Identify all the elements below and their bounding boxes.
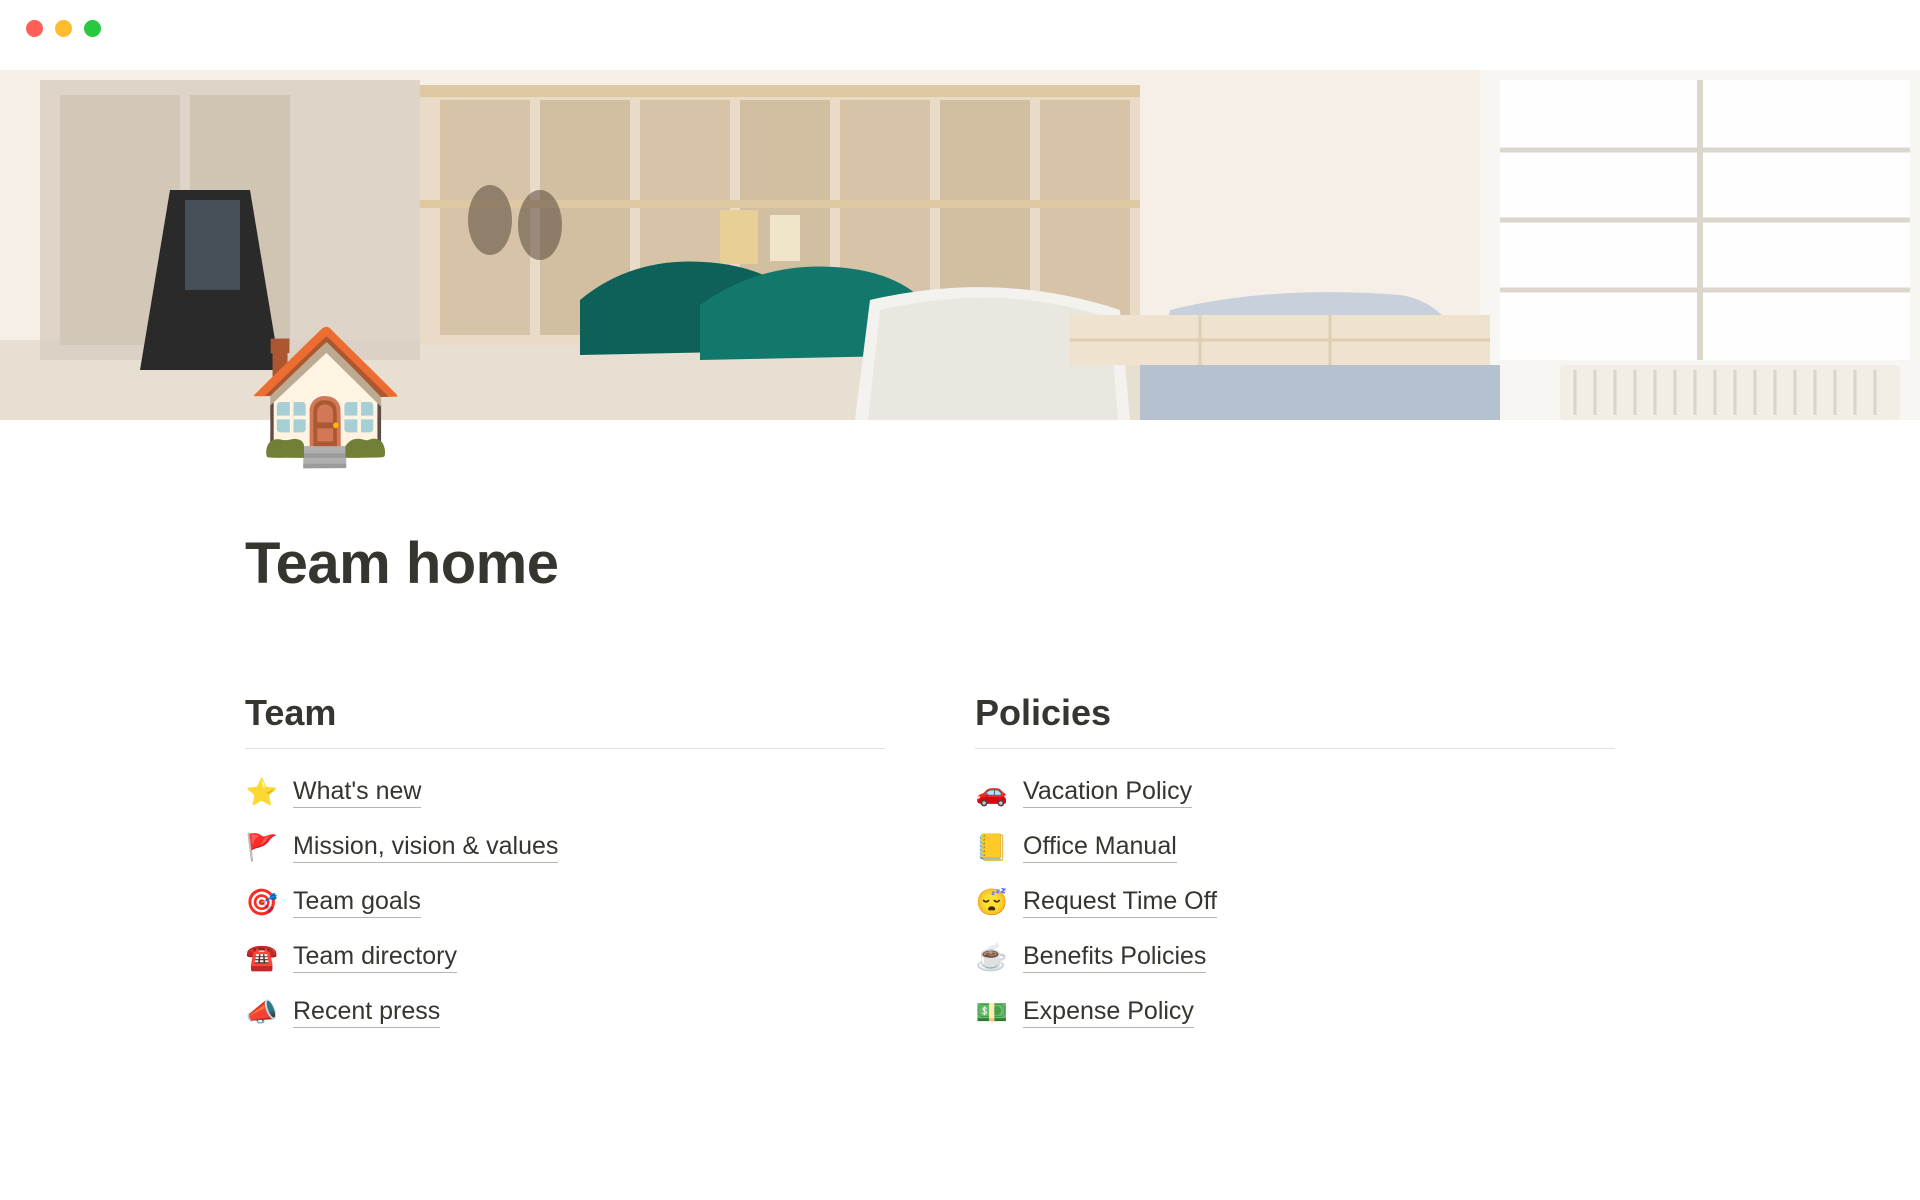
page-title[interactable]: Team home xyxy=(245,530,1675,597)
link-label: Expense Policy xyxy=(1023,997,1194,1028)
megaphone-icon: 📣 xyxy=(245,997,279,1028)
link-label: Team goals xyxy=(293,887,421,918)
link-team-goals[interactable]: 🎯 Team goals xyxy=(245,887,885,918)
maximize-window-icon[interactable] xyxy=(84,20,101,37)
link-label: Mission, vision & values xyxy=(293,832,558,863)
sleepy-icon: 😴 xyxy=(975,887,1009,918)
coffee-icon: ☕ xyxy=(975,942,1009,973)
link-office-manual[interactable]: 📒 Office Manual xyxy=(975,832,1615,863)
minimize-window-icon[interactable] xyxy=(55,20,72,37)
section-heading-team[interactable]: Team xyxy=(245,692,885,749)
column-team: Team ⭐ What's new 🚩 Mission, vision & va… xyxy=(245,692,885,1028)
column-policies: Policies 🚗 Vacation Policy 📒 Office Manu… xyxy=(975,692,1615,1028)
target-icon: 🎯 xyxy=(245,887,279,918)
link-label: Request Time Off xyxy=(1023,887,1217,918)
star-icon: ⭐ xyxy=(245,777,279,808)
link-label: Benefits Policies xyxy=(1023,942,1206,973)
link-expense-policy[interactable]: 💵 Expense Policy xyxy=(975,997,1615,1028)
link-vacation-policy[interactable]: 🚗 Vacation Policy xyxy=(975,777,1615,808)
notebook-icon: 📒 xyxy=(975,832,1009,863)
link-recent-press[interactable]: 📣 Recent press xyxy=(245,997,885,1028)
link-label: What's new xyxy=(293,777,421,808)
link-benefits-policies[interactable]: ☕ Benefits Policies xyxy=(975,942,1615,973)
link-mission-vision-values[interactable]: 🚩 Mission, vision & values xyxy=(245,832,885,863)
link-label: Team directory xyxy=(293,942,457,973)
link-label: Recent press xyxy=(293,997,440,1028)
link-team-directory[interactable]: ☎️ Team directory xyxy=(245,942,885,973)
car-icon: 🚗 xyxy=(975,777,1009,808)
link-label: Office Manual xyxy=(1023,832,1177,863)
money-icon: 💵 xyxy=(975,997,1009,1028)
close-window-icon[interactable] xyxy=(26,20,43,37)
page-icon[interactable]: 🏠 xyxy=(245,330,407,460)
link-list-policies: 🚗 Vacation Policy 📒 Office Manual 😴 Requ… xyxy=(975,777,1615,1028)
link-list-team: ⭐ What's new 🚩 Mission, vision & values … xyxy=(245,777,885,1028)
flag-icon: 🚩 xyxy=(245,832,279,863)
telephone-icon: ☎️ xyxy=(245,942,279,973)
link-whats-new[interactable]: ⭐ What's new xyxy=(245,777,885,808)
link-request-time-off[interactable]: 😴 Request Time Off xyxy=(975,887,1615,918)
window-controls xyxy=(26,20,101,37)
link-label: Vacation Policy xyxy=(1023,777,1192,808)
section-heading-policies[interactable]: Policies xyxy=(975,692,1615,749)
